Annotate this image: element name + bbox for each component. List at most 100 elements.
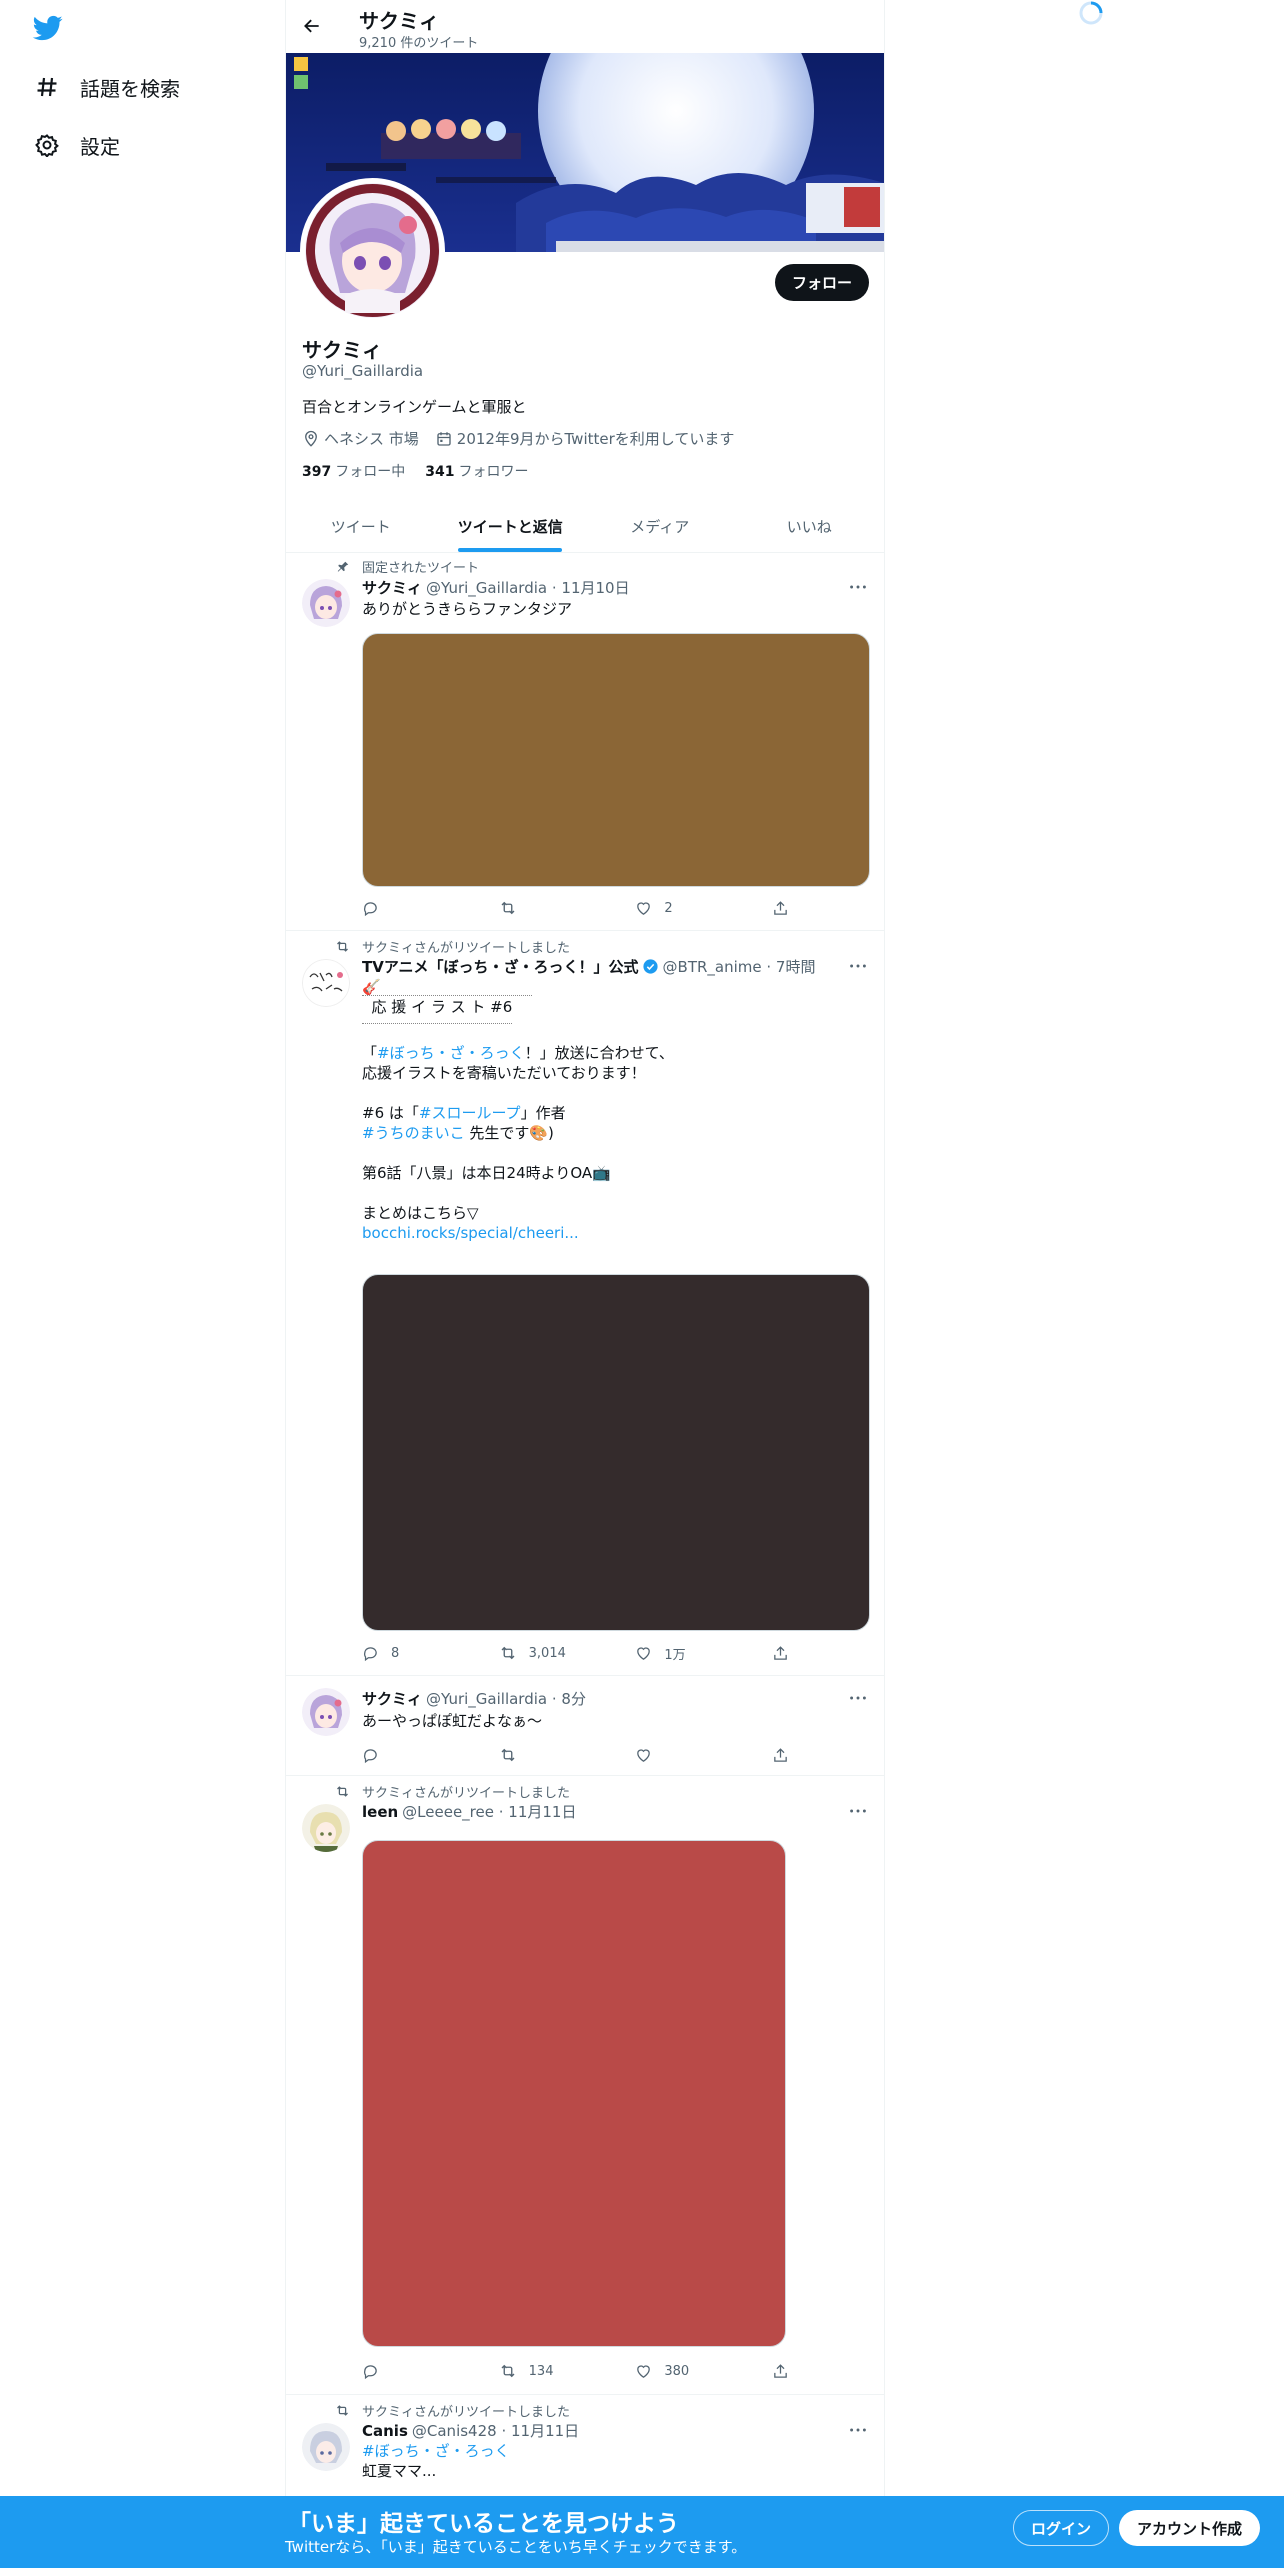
context-text: サクミィさんがリツイートしました [362,941,571,956]
retweet-button[interactable]: 134 [499,2361,599,2381]
tweet-media[interactable] [362,1840,786,2347]
followers-label: フォロワー [458,464,529,480]
tweet-header: サクミィ @Yuri_Gaillardia · 11月10日 [362,577,630,598]
hashtag-link[interactable]: #うちのまいこ [362,1124,465,1142]
context-text: 固定されたツイート [362,561,480,576]
signup-banner-title: 「いま」起きていることを見つけよう [288,2511,679,2537]
sidebar-item-settings[interactable]: 設定 [34,125,120,165]
retweet-button[interactable] [499,1745,599,1765]
avatar[interactable] [302,959,350,1007]
tweet[interactable]: 固定されたツイート サクミィ @Yuri_Gaillardia · 11月10日… [286,553,884,931]
tweet-context: 固定されたツイート [334,557,479,576]
author-name[interactable]: TVアニメ「ぼっち・ざ・ろっく！」公式 [362,956,639,977]
reply-count: 8 [391,1645,400,1661]
share-icon [774,1645,787,1660]
like-count: 380 [664,2363,690,2379]
profile-timeline: サクミィ 9,210 件のツイート フォロー サクミィ @Yuri_Gailla… [285,0,885,2568]
author-meta[interactable]: @Yuri_Gaillardia · 11月10日 [426,577,630,598]
more-options-icon[interactable] [848,1688,868,1708]
hashtag-link[interactable]: #スローループ [419,1104,521,1122]
heart-icon [637,1748,651,1762]
tweet-context: サクミィさんがリツイートしました [334,1782,570,1801]
twitter-bird-icon[interactable] [30,13,66,43]
author-name[interactable]: サクミィ [362,1688,422,1709]
reply-button[interactable] [362,2361,462,2381]
hashtag-icon [34,74,60,100]
share-icon [774,2363,787,2378]
share-button[interactable] [772,1643,792,1663]
back-button[interactable] [294,8,330,44]
author-meta[interactable]: @Yuri_Gaillardia · 8分 [426,1688,586,1709]
profile-name: サクミィ [302,338,382,362]
text-line: 🎸 [362,978,381,996]
like-button[interactable]: 1万 [635,1643,735,1663]
followers-link[interactable]: 341 フォロワー [425,461,528,481]
retweet-button[interactable] [499,898,599,918]
tweet-text: #ぼっち・ざ・ろっく 虹夏ママ... [362,2441,868,2481]
retweet-small-icon [334,939,350,955]
share-button[interactable] [772,898,792,918]
more-options-icon[interactable] [848,2420,868,2440]
tweet-context: サクミィさんがリツイートしました [334,937,570,956]
context-text: サクミィさんがリツイートしました [362,2405,571,2420]
sidebar-item-label: 話題を検索 [80,76,180,101]
hashtag-link[interactable]: #ぼっち・ざ・ろっく [377,1044,525,1062]
retweet-button[interactable]: 3,014 [499,1643,599,1663]
tab-likes[interactable]: いいね [735,500,885,552]
author-meta[interactable]: @Leeee_ree · 11月11日 [402,1801,576,1822]
signup-button[interactable]: アカウント作成 [1119,2510,1260,2546]
like-button[interactable] [635,1745,735,1765]
followers-count: 341 [425,464,455,480]
hashtag-link[interactable]: #ぼっち・ざ・ろっく [362,2441,868,2461]
like-button[interactable]: 380 [635,2361,735,2381]
share-button[interactable] [772,1745,792,1765]
profile-bio: 百合とオンラインゲームと軍服と [302,398,527,416]
location-text: ヘネシス 市場 [324,430,419,448]
more-options-icon[interactable] [848,956,868,976]
author-name[interactable]: サクミィ [362,577,422,598]
following-link[interactable]: 397 フォロー中 [302,461,405,481]
avatar[interactable] [302,579,350,627]
text-line: 「#ぼっち・ざ・ろっく！」放送に合わせて、 [362,1044,674,1062]
tweet-header: Canis @Canis428 · 11月11日 [362,2420,579,2441]
login-button[interactable]: ログイン [1013,2510,1109,2546]
tweet[interactable]: サクミィさんがリツイートしました TVアニメ「ぼっち・ざ・ろっく！」公式 @BT… [286,931,884,1676]
retweet-icon [501,2364,515,2378]
tab-tweets[interactable]: ツイート [286,500,436,552]
avatar[interactable] [302,1804,350,1852]
sidebar-item-explore[interactable]: 話題を検索 [34,67,180,107]
share-icon [774,1747,787,1762]
tweet[interactable]: サクミィさんがリツイートしました leen @Leeee_ree · 11月11… [286,1776,884,2395]
tab-tweets-and-replies[interactable]: ツイートと返信 [436,500,586,552]
avatar[interactable] [302,2423,350,2471]
author-name[interactable]: Canis [362,2422,408,2440]
tab-media[interactable]: メディア [585,500,735,552]
reply-button[interactable] [362,898,462,918]
like-button[interactable]: 2 [635,898,735,918]
profile-avatar[interactable] [300,178,445,323]
tweet-media[interactable] [362,633,870,887]
tweet[interactable]: サクミィ @Yuri_Gaillardia · 8分 あーやっぱぽ虹だよなぁ〜 [286,1676,884,1776]
reply-icon [364,1646,377,1661]
tweet[interactable]: サクミィさんがリツイートしました Canis @Canis428 · 11月11… [286,2395,884,2496]
pin-icon [334,559,350,575]
external-link[interactable]: bocchi.rocks/special/cheeri... [362,1223,868,1243]
text-line: まとめはこちら▽ [362,1204,479,1222]
reply-button[interactable] [362,1745,462,1765]
share-button[interactable] [772,2361,792,2381]
author-name[interactable]: leen [362,1803,398,1821]
reply-button[interactable]: 8 [362,1643,462,1663]
tweet-actions [362,1745,792,1765]
author-meta[interactable]: @BTR_anime · 7時間 [663,956,816,977]
tweet-media[interactable] [362,1274,870,1631]
gear-icon [34,132,60,158]
tweet-text: あーやっぱぽ虹だよなぁ〜 [362,1712,543,1730]
more-options-icon[interactable] [848,577,868,597]
tweet-header: サクミィ @Yuri_Gaillardia · 8分 [362,1688,586,1709]
retweet-small-icon [334,1784,350,1800]
tweet-text: ありがとうきららファンタジア [362,600,573,618]
follow-button[interactable]: フォロー [774,264,869,301]
avatar[interactable] [302,1688,350,1736]
author-meta[interactable]: @Canis428 · 11月11日 [412,2420,579,2441]
more-options-icon[interactable] [848,1801,868,1821]
